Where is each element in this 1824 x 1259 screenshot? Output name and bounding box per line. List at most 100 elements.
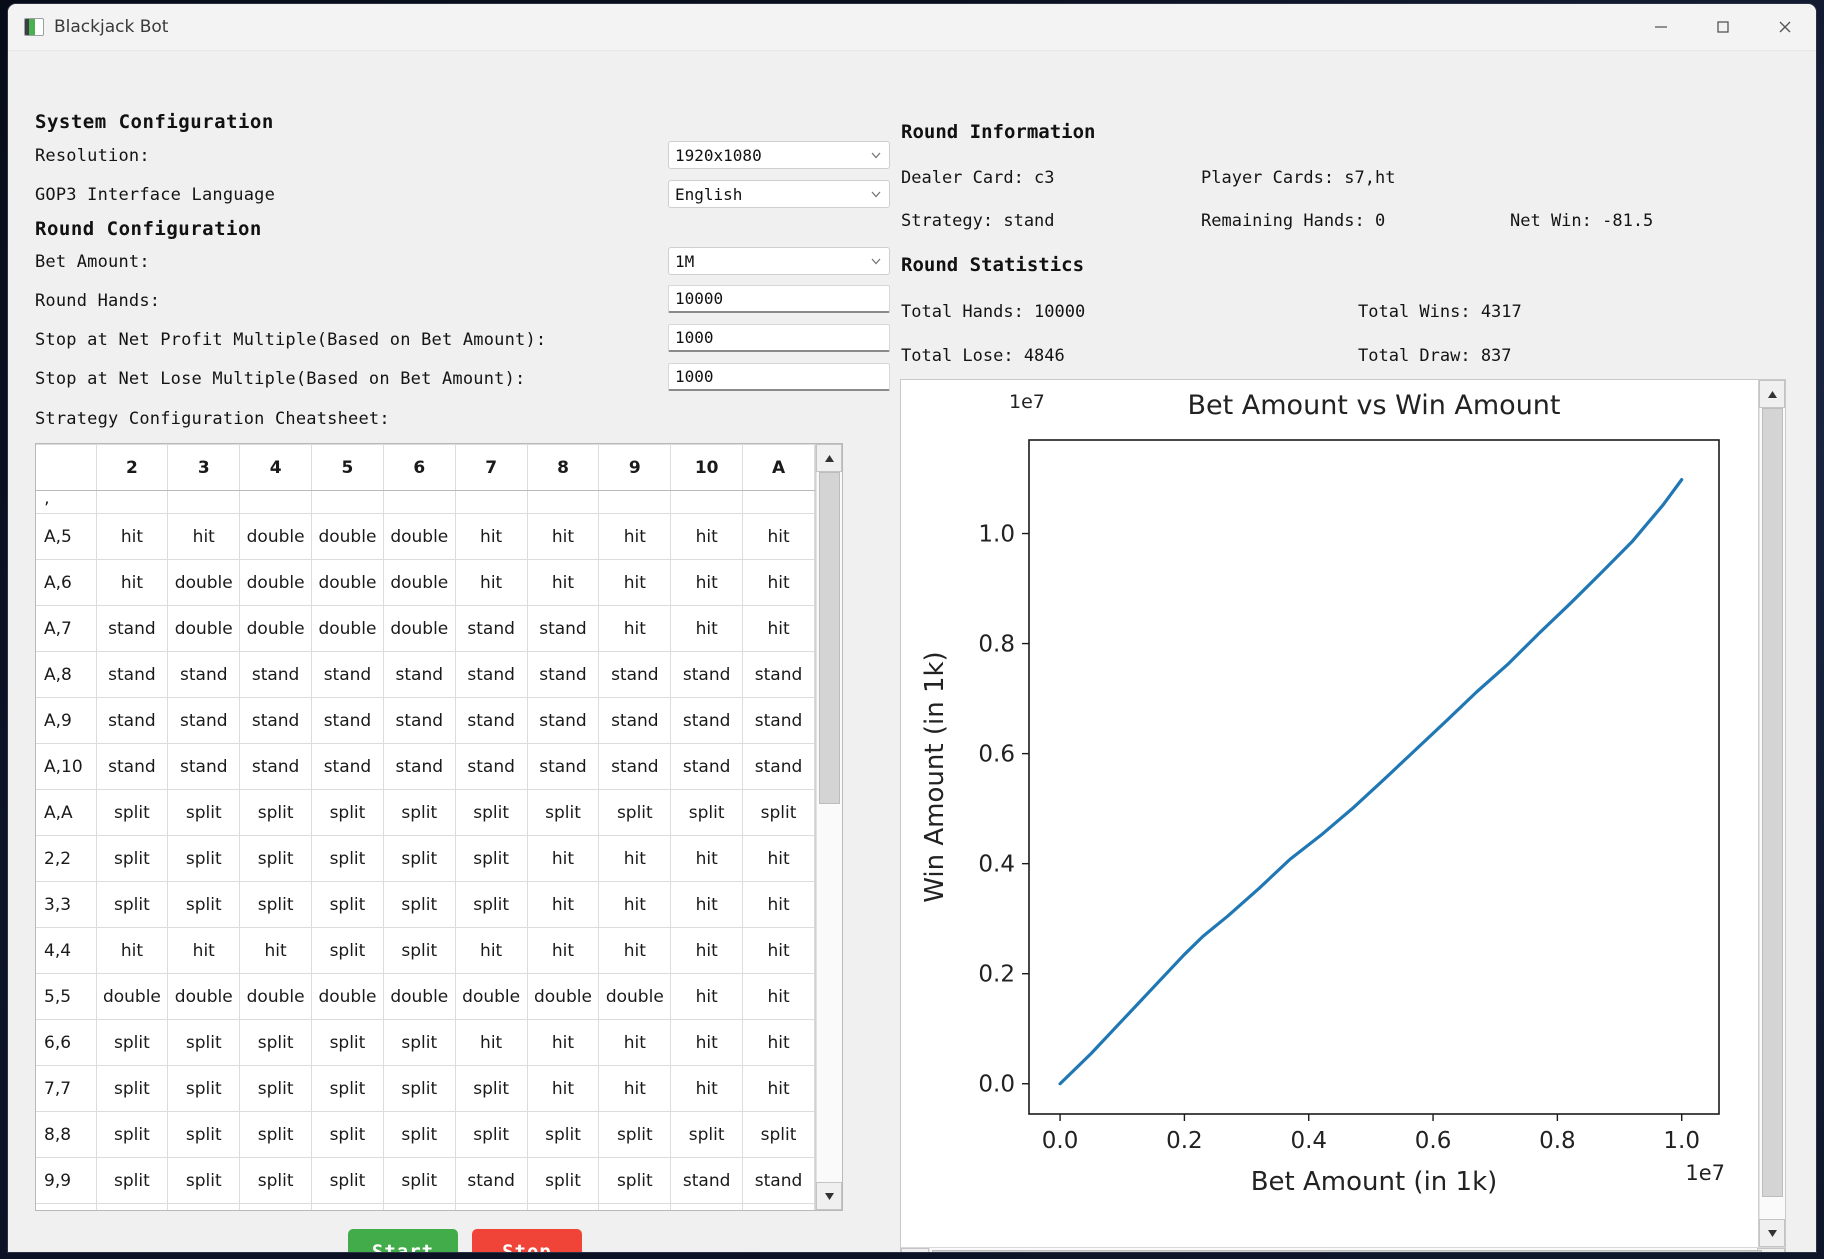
stop-button[interactable]: Stop xyxy=(472,1229,582,1252)
cheatsheet-cell[interactable]: hit xyxy=(598,605,672,652)
cheatsheet-cell[interactable]: split xyxy=(454,789,528,836)
scroll-left-icon[interactable] xyxy=(901,1248,929,1252)
plot-vscroll-thumb[interactable] xyxy=(1762,408,1783,1197)
cheatsheet-cell[interactable]: split xyxy=(311,881,384,928)
cheatsheet-cell[interactable]: split xyxy=(239,789,313,836)
cheatsheet-cell[interactable]: split xyxy=(526,789,600,836)
cheatsheet-cell[interactable]: stand xyxy=(167,651,241,698)
start-button[interactable]: Start xyxy=(348,1229,458,1252)
cheatsheet-cell[interactable]: hit xyxy=(526,927,600,974)
stop-lose-input[interactable]: 1000 xyxy=(668,363,890,391)
cheatsheet-cell[interactable]: hit xyxy=(526,881,600,928)
table-row[interactable]: A,8 stand stand stand stand stand stand stand st… xyxy=(36,651,815,698)
cheatsheet-cell[interactable]: split xyxy=(239,1065,313,1112)
cheatsheet-cell[interactable]: double xyxy=(382,605,456,652)
cheatsheet-cell[interactable]: hit xyxy=(670,927,744,974)
cheatsheet-cell[interactable]: split xyxy=(167,881,241,928)
cheatsheet-cell[interactable]: double xyxy=(382,513,456,560)
plot-hscroll-thumb[interactable] xyxy=(932,1250,1762,1252)
round-hands-input[interactable]: 10000 xyxy=(668,285,890,313)
resolution-select[interactable]: 1920x1080 xyxy=(668,141,890,169)
cheatsheet-cell[interactable]: hit xyxy=(95,559,169,606)
cheatsheet-cell[interactable]: hit xyxy=(95,513,169,560)
cheatsheet-cell[interactable]: stand xyxy=(95,697,169,744)
cheatsheet-cell[interactable]: split xyxy=(311,789,384,836)
cheatsheet-cell[interactable]: stand xyxy=(382,651,456,698)
cheatsheet-cell[interactable]: hit xyxy=(598,513,672,560)
cheatsheet-cell[interactable]: stand xyxy=(526,1203,600,1210)
cheatsheet-cell[interactable]: hit xyxy=(167,927,241,974)
scroll-down-icon[interactable] xyxy=(1759,1219,1785,1247)
cheatsheet-cell[interactable]: split xyxy=(382,927,456,974)
cheatsheet-cell[interactable]: hit xyxy=(454,927,528,974)
scroll-up-icon[interactable] xyxy=(1759,380,1785,408)
cheatsheet-cell[interactable]: stand xyxy=(239,697,313,744)
cheatsheet-cell[interactable]: hit xyxy=(167,513,241,560)
cheatsheet-cell[interactable]: hit xyxy=(742,973,815,1020)
cheatsheet-cell[interactable]: stand xyxy=(670,1157,744,1204)
cheatsheet-cell[interactable]: hit xyxy=(670,1065,744,1112)
cheatsheet-cell[interactable]: split xyxy=(239,1157,313,1204)
cheatsheet-cell[interactable]: split xyxy=(670,789,744,836)
cheatsheet-cell[interactable]: double xyxy=(382,973,456,1020)
cheatsheet-cell[interactable]: hit xyxy=(598,1019,672,1066)
cheatsheet-cell[interactable]: double xyxy=(239,973,313,1020)
cheatsheet-cell[interactable]: split xyxy=(311,835,384,882)
table-row[interactable]: 7,7 split split split split split split hit hit h… xyxy=(36,1065,815,1112)
cheatsheet-cell[interactable]: hit xyxy=(670,881,744,928)
table-row[interactable]: A,5 hit hit double double double hit hit hit hit h… xyxy=(36,513,815,560)
minimize-button[interactable] xyxy=(1630,4,1692,50)
cheatsheet-cell[interactable]: hit xyxy=(670,1019,744,1066)
cheatsheet-cell[interactable]: stand xyxy=(454,651,528,698)
cheatsheet-cell[interactable]: split xyxy=(742,789,815,836)
cheatsheet-cell[interactable]: split xyxy=(239,881,313,928)
cheatsheet-cell[interactable]: double xyxy=(95,973,169,1020)
cheatsheet-cell[interactable]: split xyxy=(167,1019,241,1066)
cheatsheet-cell[interactable]: stand xyxy=(742,651,815,698)
cheatsheet-cell[interactable]: split xyxy=(311,1111,384,1158)
cheatsheet-cell[interactable]: split xyxy=(311,1019,384,1066)
scroll-down-icon[interactable] xyxy=(816,1182,842,1210)
cheatsheet-cell[interactable]: split xyxy=(382,1157,456,1204)
cheatsheet-cell[interactable]: stand xyxy=(382,743,456,790)
table-row[interactable]: 8,8 split split split split split split split sp… xyxy=(36,1111,815,1158)
cheatsheet-cell[interactable]: split xyxy=(167,1065,241,1112)
cheatsheet-cell[interactable]: split xyxy=(239,835,313,882)
cheatsheet-cell[interactable]: hit xyxy=(454,513,528,560)
cheatsheet-cell[interactable]: double xyxy=(454,973,528,1020)
cheatsheet-cell[interactable]: hit xyxy=(598,559,672,606)
cheatsheet-cell[interactable]: double xyxy=(239,559,313,606)
cheatsheet-cell[interactable]: split xyxy=(670,1111,744,1158)
table-row[interactable]: A,9 stand stand stand stand stand stand stand st… xyxy=(36,697,815,744)
cheatsheet-cell[interactable]: hit xyxy=(670,559,744,606)
cheatsheet-cell[interactable]: stand xyxy=(670,743,744,790)
cheatsheet-cell[interactable]: hit xyxy=(454,1019,528,1066)
cheatsheet-cell[interactable]: split xyxy=(382,1065,456,1112)
cheatsheet-cell[interactable]: split xyxy=(95,1065,169,1112)
cheatsheet-cell[interactable]: double xyxy=(311,513,384,560)
plot-vertical-scrollbar[interactable] xyxy=(1758,380,1785,1247)
cheatsheet-cell[interactable]: hit xyxy=(670,513,744,560)
cheatsheet-cell[interactable]: stand xyxy=(311,1203,384,1210)
cheatsheet-cell[interactable]: double xyxy=(167,605,241,652)
cheatsheet-cell[interactable]: split xyxy=(598,789,672,836)
cheatsheet-cell[interactable]: double xyxy=(167,973,241,1020)
cheatsheet-cell[interactable]: stand xyxy=(454,1203,528,1210)
cheatsheet-cell[interactable]: double xyxy=(382,559,456,606)
cheatsheet-cell[interactable]: stand xyxy=(454,605,528,652)
cheatsheet-cell[interactable]: split xyxy=(95,1157,169,1204)
cheatsheet-cell[interactable]: split xyxy=(382,1111,456,1158)
bet-amount-select[interactable]: 1M xyxy=(668,247,890,275)
cheatsheet-cell[interactable]: stand xyxy=(598,697,672,744)
cheatsheet-cell[interactable]: stand xyxy=(382,697,456,744)
cheatsheet-cell[interactable]: stand xyxy=(526,743,600,790)
table-row[interactable]: 10,10standstandstandstandstandstandstand… xyxy=(36,1203,815,1210)
table-row[interactable]: A,6 hit double double double double hit hit hit h… xyxy=(36,559,815,606)
cheatsheet-cell[interactable]: stand xyxy=(167,697,241,744)
cheatsheet-cell[interactable]: split xyxy=(454,835,528,882)
cheatsheet-cell[interactable]: hit xyxy=(670,973,744,1020)
cheatsheet-cell[interactable]: split xyxy=(382,1019,456,1066)
cheatsheet-cell[interactable]: hit xyxy=(454,559,528,606)
cheatsheet-cell[interactable]: split xyxy=(167,835,241,882)
cheatsheet-cell[interactable]: stand xyxy=(311,651,384,698)
